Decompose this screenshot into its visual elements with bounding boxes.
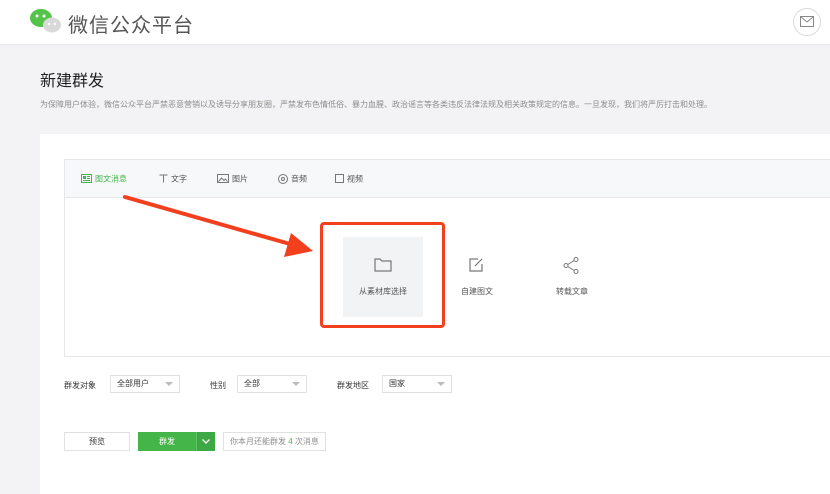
- region-select[interactable]: 国家: [382, 375, 452, 393]
- send-dropdown-button[interactable]: [196, 432, 215, 451]
- preview-button[interactable]: 预览: [64, 432, 130, 451]
- gender-label: 性别: [210, 381, 226, 390]
- send-button[interactable]: 群发: [138, 432, 196, 451]
- quota-count: 4: [288, 437, 293, 446]
- chevron-down-icon: [292, 382, 300, 386]
- region-label: 群发地区: [337, 381, 369, 390]
- audience-value: 全部用户: [117, 379, 149, 388]
- send-quota-info: 你本月还能群发 4 次消息: [223, 432, 326, 451]
- chevron-down-icon: [202, 439, 210, 444]
- gender-select[interactable]: 全部: [237, 375, 307, 393]
- chevron-down-icon: [437, 382, 445, 386]
- quota-prefix: 你本月还能群发: [230, 437, 286, 446]
- chevron-down-icon: [165, 382, 173, 386]
- gender-value: 全部: [244, 379, 260, 388]
- audience-select[interactable]: 全部用户: [110, 375, 180, 393]
- region-value: 国家: [389, 379, 405, 388]
- annotation-arrow-icon: [123, 195, 313, 257]
- quota-suffix: 次消息: [294, 437, 319, 446]
- audience-label: 群发对象: [64, 381, 96, 390]
